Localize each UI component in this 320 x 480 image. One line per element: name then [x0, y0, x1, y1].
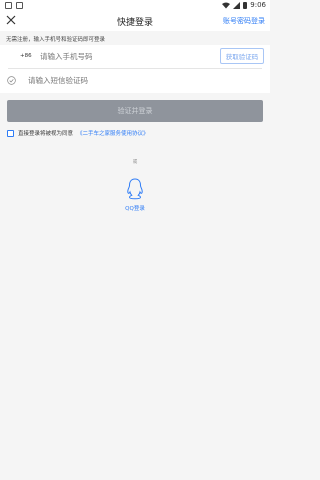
wifi-icon: [222, 2, 231, 8]
battery-icon: [243, 1, 248, 9]
top-nav: 快捷登录 账号密码登录: [0, 12, 270, 31]
agreement-link[interactable]: 《二手车之家服务使用协议》: [77, 129, 149, 137]
sms-code-input[interactable]: [26, 75, 230, 86]
or-divider-text: 或: [132, 160, 138, 165]
status-time: 9:06: [250, 1, 266, 9]
agreement-checkbox[interactable]: [7, 129, 14, 137]
status-notifications: [5, 2, 23, 9]
code-row: [0, 69, 270, 93]
login-hint: 无需注册，输入手机号和验证码即可登录: [6, 37, 106, 43]
agreement-row: 直接登录将被视为同意 《二手车之家服务使用协议》: [7, 129, 149, 137]
notification-icon: [5, 2, 12, 9]
phone-input[interactable]: [38, 51, 192, 62]
verify-check-icon: [7, 76, 16, 85]
get-code-button[interactable]: 获取验证码: [220, 48, 264, 64]
notification-icon: [16, 2, 23, 9]
agreement-text: 直接登录将被视为同意: [18, 131, 74, 137]
phone-row: +86 获取验证码: [0, 45, 270, 69]
password-login-link[interactable]: 账号密码登录: [223, 16, 265, 26]
country-code[interactable]: +86: [20, 53, 32, 59]
qq-icon: [127, 178, 143, 200]
qq-login-label: QQ登录: [125, 206, 145, 212]
status-bar: 9:06: [0, 0, 270, 12]
status-indicators: 9:06: [222, 1, 266, 9]
signal-icon: [233, 1, 241, 9]
verify-login-button[interactable]: 验证并登录: [7, 100, 263, 122]
qq-login-button[interactable]: QQ登录: [122, 177, 148, 217]
